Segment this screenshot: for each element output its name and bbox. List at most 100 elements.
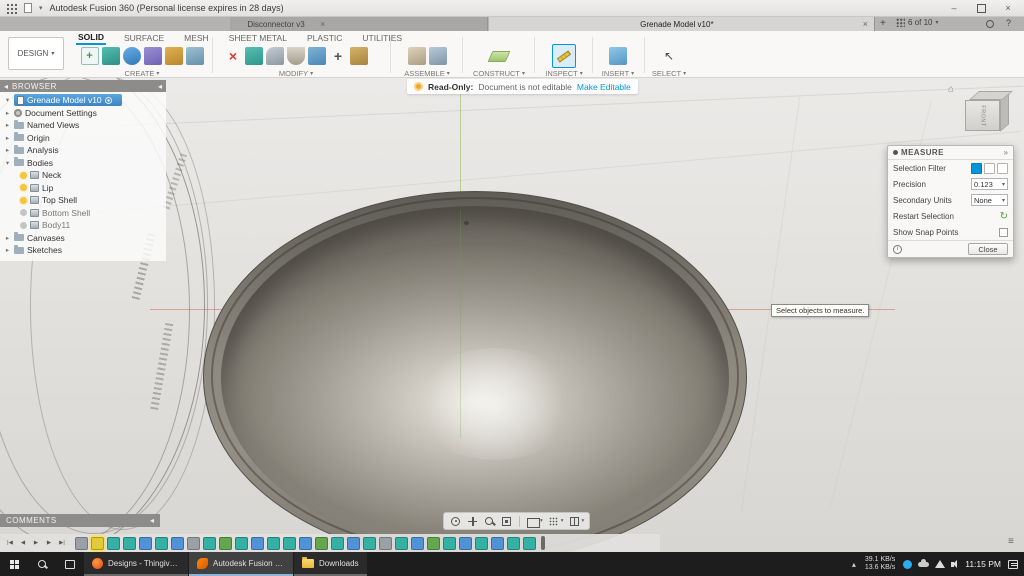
info-icon[interactable] — [893, 245, 902, 254]
timeline-feature-icon[interactable] — [299, 537, 312, 550]
timeline-feature-icon[interactable] — [219, 537, 232, 550]
timeline-feature-icon[interactable] — [411, 537, 424, 550]
timeline-feature-icon[interactable] — [523, 537, 536, 550]
viewcube-side-face[interactable] — [1000, 93, 1009, 132]
sidebar-item-sketches[interactable]: Sketches — [0, 244, 166, 257]
comments-bar[interactable]: COMMENTS — [0, 514, 160, 527]
filter-face-icon[interactable] — [984, 163, 995, 174]
timeline-step-forward-button[interactable] — [43, 537, 55, 549]
tab-mesh[interactable]: MESH — [182, 33, 211, 44]
close-measure-button[interactable]: Close — [968, 243, 1008, 255]
tab-disconnector-v3[interactable]: Disconnector v3 — [230, 17, 488, 31]
insert-group-label[interactable]: INSERT — [596, 69, 640, 78]
browser-root-row[interactable]: Grenade Model v10 — [0, 94, 166, 107]
timeline-feature-icon[interactable] — [91, 537, 104, 550]
orbit-icon[interactable] — [449, 515, 462, 528]
expander-icon[interactable] — [4, 234, 11, 242]
joint-icon[interactable] — [429, 47, 447, 65]
minimize-button[interactable] — [944, 3, 964, 13]
construct-group-label[interactable]: CONSTRUCT — [468, 69, 530, 78]
timeline-feature-icon[interactable] — [235, 537, 248, 550]
viewcube-front-face[interactable]: FRONT — [965, 100, 1000, 131]
sidebar-item-body-body11[interactable]: Body11 — [0, 219, 166, 232]
tab-plastic[interactable]: PLASTIC — [305, 33, 344, 44]
timeline-feature-icon[interactable] — [395, 537, 408, 550]
display-settings-dropdown[interactable] — [526, 515, 543, 528]
expand-panel-icon[interactable] — [1004, 148, 1008, 157]
tab-surface[interactable]: SURFACE — [122, 33, 166, 44]
timeline-feature-icon[interactable] — [267, 537, 280, 550]
tab-close-icon[interactable] — [320, 19, 325, 29]
expander-icon[interactable] — [4, 134, 11, 142]
create-group-label[interactable]: CREATE — [76, 69, 208, 78]
visibility-bulb-icon[interactable] — [20, 209, 27, 216]
select-tool-icon[interactable] — [660, 47, 678, 65]
sidebar-item-named-views[interactable]: Named Views — [0, 119, 166, 132]
revolve-icon[interactable] — [123, 47, 141, 65]
visibility-bulb-icon[interactable] — [20, 197, 27, 204]
sweep-icon[interactable] — [144, 47, 162, 65]
scale-icon[interactable] — [350, 47, 368, 65]
combine-icon[interactable] — [308, 47, 326, 65]
sidebar-item-body-lip[interactable]: Lip — [0, 182, 166, 195]
expander-icon[interactable] — [4, 121, 11, 129]
sidebar-item-bodies[interactable]: Bodies — [0, 157, 166, 170]
help-icon[interactable] — [1006, 18, 1011, 28]
sidebar-item-analysis[interactable]: Analysis — [0, 144, 166, 157]
browser-header[interactable]: BROWSER — [0, 80, 166, 92]
expander-icon[interactable] — [4, 146, 11, 154]
tab-solid[interactable]: SOLID — [76, 32, 106, 45]
visibility-bulb-icon[interactable] — [20, 222, 27, 229]
timeline-feature-icon[interactable] — [491, 537, 504, 550]
maximize-button[interactable] — [971, 4, 991, 13]
onedrive-icon[interactable] — [918, 562, 929, 567]
timeline-position-handle[interactable] — [541, 536, 545, 550]
timeline-feature-icon[interactable] — [187, 537, 200, 550]
task-view-button[interactable] — [56, 552, 84, 576]
timeline-feature-icon[interactable] — [139, 537, 152, 550]
collapse-comments-icon[interactable] — [150, 516, 154, 525]
secondary-units-select[interactable]: None — [971, 194, 1008, 206]
filter-body-icon[interactable] — [971, 163, 982, 174]
tab-utilities[interactable]: UTILITIES — [360, 33, 404, 44]
taskbar-search-button[interactable] — [28, 552, 56, 576]
press-pull-icon[interactable] — [245, 47, 263, 65]
sidebar-item-canvases[interactable]: Canvases — [0, 232, 166, 245]
fit-view-icon[interactable] — [500, 515, 513, 528]
visibility-bulb-icon[interactable] — [20, 184, 27, 191]
timeline-feature-icon[interactable] — [443, 537, 456, 550]
tab-grenade-model-v10[interactable]: Grenade Model v10* — [489, 17, 875, 31]
viewports-dropdown[interactable] — [568, 515, 585, 528]
timeline-feature-icon[interactable] — [475, 537, 488, 550]
tab-counter[interactable]: 6 of 10 — [896, 18, 938, 27]
zoom-icon[interactable] — [483, 515, 496, 528]
delete-icon[interactable] — [224, 47, 242, 65]
taskbar-app-downloads[interactable]: Downloads — [294, 552, 367, 576]
construction-plane-icon[interactable] — [488, 51, 511, 62]
move-copy-icon[interactable] — [329, 47, 347, 65]
pattern-icon[interactable] — [186, 47, 204, 65]
modify-group-label[interactable]: MODIFY — [218, 69, 374, 78]
expander-icon[interactable] — [4, 159, 11, 167]
measure-header[interactable]: MEASURE — [888, 146, 1013, 160]
pan-icon[interactable] — [466, 515, 479, 528]
close-window-button[interactable] — [998, 3, 1018, 13]
filter-edge-icon[interactable] — [997, 163, 1008, 174]
sidebar-item-origin[interactable]: Origin — [0, 132, 166, 145]
fillet-icon[interactable] — [266, 47, 284, 65]
taskbar-app-fusion[interactable]: Autodesk Fusion 360 ... — [189, 552, 293, 576]
timeline-feature-icon[interactable] — [315, 537, 328, 550]
grid-settings-dropdown[interactable] — [547, 515, 564, 528]
timeline-begin-button[interactable] — [4, 537, 16, 549]
design-menu-button[interactable]: DESIGN — [8, 37, 64, 70]
insert-canvas-icon[interactable] — [609, 47, 627, 65]
timeline-feature-icon[interactable] — [283, 537, 296, 550]
new-tab-icon[interactable] — [880, 18, 886, 29]
timeline-feature-icon[interactable] — [123, 537, 136, 550]
timeline-feature-icon[interactable] — [203, 537, 216, 550]
tab-close-icon[interactable] — [863, 19, 868, 29]
select-group-label[interactable]: SELECT — [648, 69, 690, 78]
timeline-step-back-button[interactable] — [17, 537, 29, 549]
timeline-play-button[interactable] — [30, 537, 42, 549]
timeline-feature-icon[interactable] — [427, 537, 440, 550]
